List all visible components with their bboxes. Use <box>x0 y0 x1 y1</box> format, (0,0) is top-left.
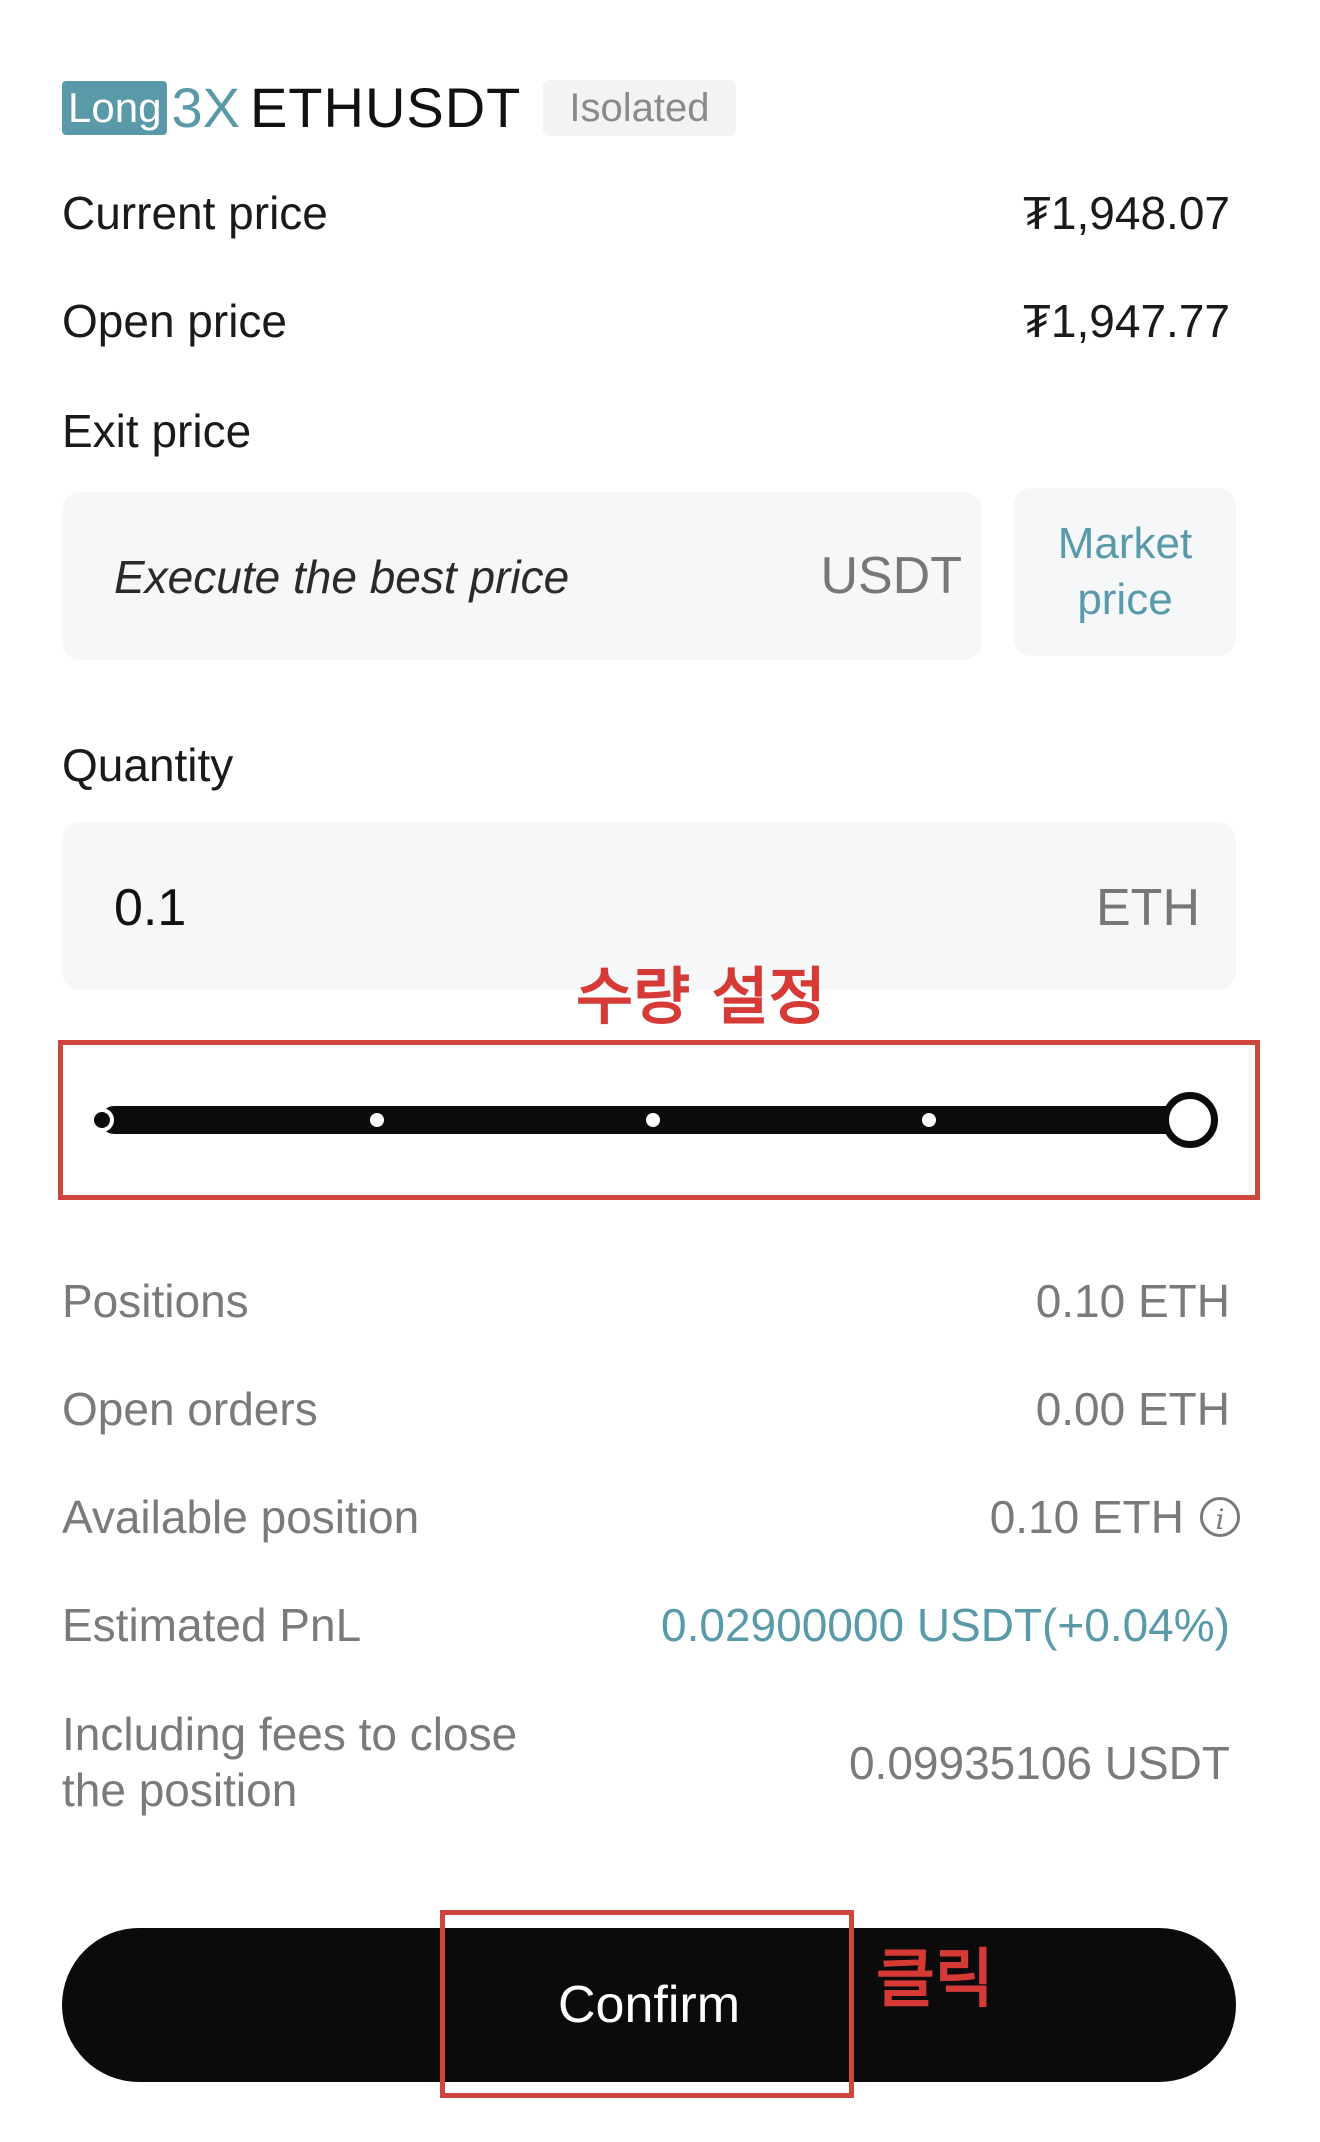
available-position-row-value: 0.10 ETH i <box>990 1490 1240 1544</box>
info-icon[interactable]: i <box>1200 1496 1240 1537</box>
symbol-label: ETHUSDT <box>249 76 522 139</box>
market-price-button[interactable]: Market price <box>1014 488 1236 656</box>
position-header: Long 3X ETHUSDT Isolated <box>62 78 736 138</box>
exit-price-unit: USDT <box>820 547 962 605</box>
open-orders-value: 0.00 ETH <box>1035 1383 1230 1435</box>
available-position-value: 0.10 ETH <box>989 1491 1184 1543</box>
confirm-highlight-box <box>440 1910 854 2098</box>
closing-fee-value: 0.09935106 USDT <box>848 1737 1230 1789</box>
quantity-slider-thumb[interactable] <box>1162 1092 1218 1148</box>
quantity-label: Quantity <box>62 739 234 791</box>
current-price-label: Current price <box>62 187 328 239</box>
quantity-unit: ETH <box>1096 879 1200 937</box>
open-orders-label: Open orders <box>62 1383 318 1435</box>
positions-value: 0.10 ETH <box>1035 1275 1230 1327</box>
available-position-label: Available position <box>62 1491 420 1543</box>
slider-tick-50[interactable] <box>646 1113 660 1127</box>
exit-price-input[interactable]: Execute the best price USDT <box>62 492 982 660</box>
market-price-label: Market price <box>1057 519 1193 624</box>
leverage-label: 3X <box>171 76 240 139</box>
open-price-value: ₮1,947.77 <box>1022 295 1230 347</box>
positions-label: Positions <box>62 1275 249 1327</box>
exit-price-placeholder: Execute the best price <box>114 551 570 603</box>
quantity-value: 0.1 <box>114 879 187 937</box>
slider-tick-75[interactable] <box>922 1113 936 1127</box>
quantity-annotation-text: 수량 설정 <box>576 960 826 1033</box>
slider-tick-25[interactable] <box>370 1113 384 1127</box>
slider-start-dot <box>90 1108 114 1132</box>
exit-price-label: Exit price <box>62 405 252 457</box>
closing-fee-label: Including fees to close the position <box>62 1708 518 1816</box>
open-price-label: Open price <box>62 295 288 347</box>
side-badge: Long <box>62 81 168 135</box>
click-annotation-text: 클릭 <box>876 1943 994 2017</box>
estimated-pnl-label: Estimated PnL <box>62 1599 362 1651</box>
current-price-value: ₮1,948.07 <box>1022 187 1230 239</box>
margin-mode-badge: Isolated <box>543 80 736 136</box>
estimated-pnl-value: 0.02900000 USDT(+0.04%) <box>661 1599 1230 1651</box>
